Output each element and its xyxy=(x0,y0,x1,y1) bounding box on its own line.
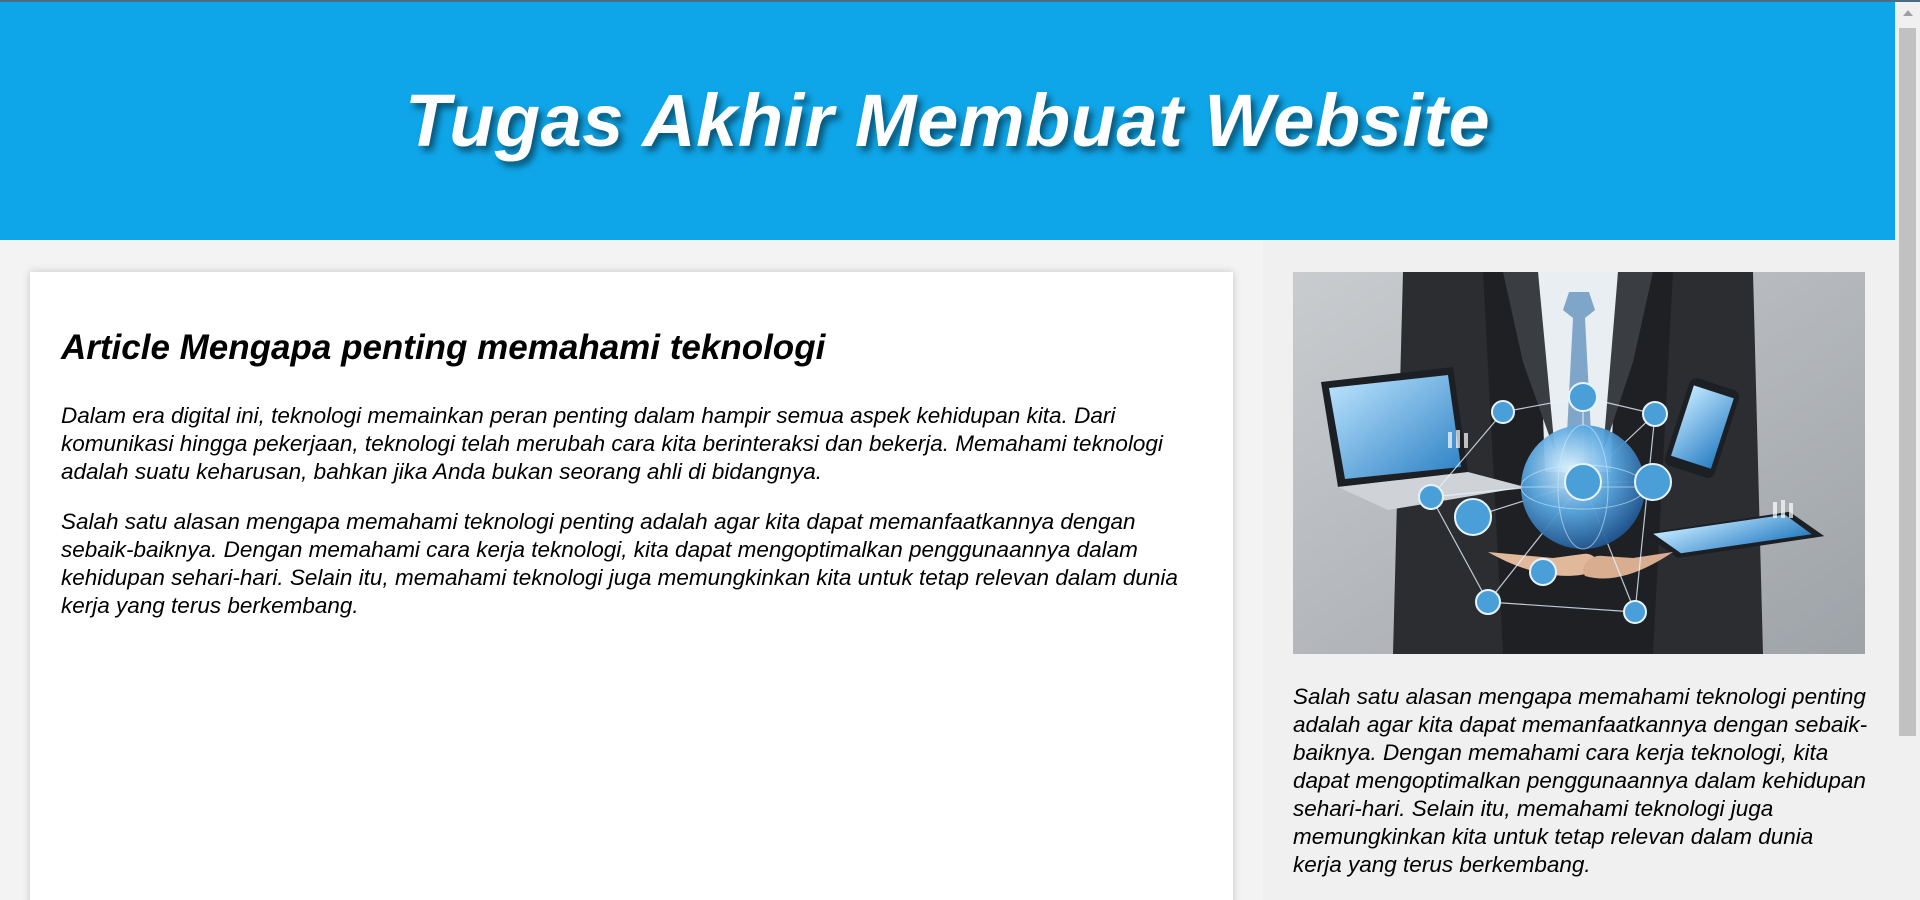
article-heading: Article Mengapa penting memahami teknolo… xyxy=(61,328,826,367)
article-paragraph: Salah satu alasan mengapa memahami tekno… xyxy=(61,509,1178,618)
site-title: Tugas Akhir Membuat Website xyxy=(404,79,1491,162)
sidebar: Salah satu alasan mengapa memahami tekno… xyxy=(1263,240,1895,900)
site-header: Tugas Akhir Membuat Website xyxy=(0,2,1895,240)
article-card: Article Mengapa penting memahami teknolo… xyxy=(30,272,1233,900)
article-paragraph: Dalam era digital ini, teknologi memaink… xyxy=(61,403,1163,484)
technology-illustration-icon xyxy=(1293,272,1865,654)
page: Tugas Akhir Membuat Website Article Meng… xyxy=(0,0,1920,900)
sidebar-paragraph: Salah satu alasan mengapa memahami tekno… xyxy=(1293,684,1868,877)
scroll-up-arrow-icon[interactable] xyxy=(1903,10,1913,16)
businessman-technology-image xyxy=(1293,272,1865,654)
main-content-area: Article Mengapa penting memahami teknolo… xyxy=(0,240,1263,900)
scrollbar-thumb[interactable] xyxy=(1899,28,1916,736)
vertical-scrollbar[interactable] xyxy=(1895,2,1920,900)
